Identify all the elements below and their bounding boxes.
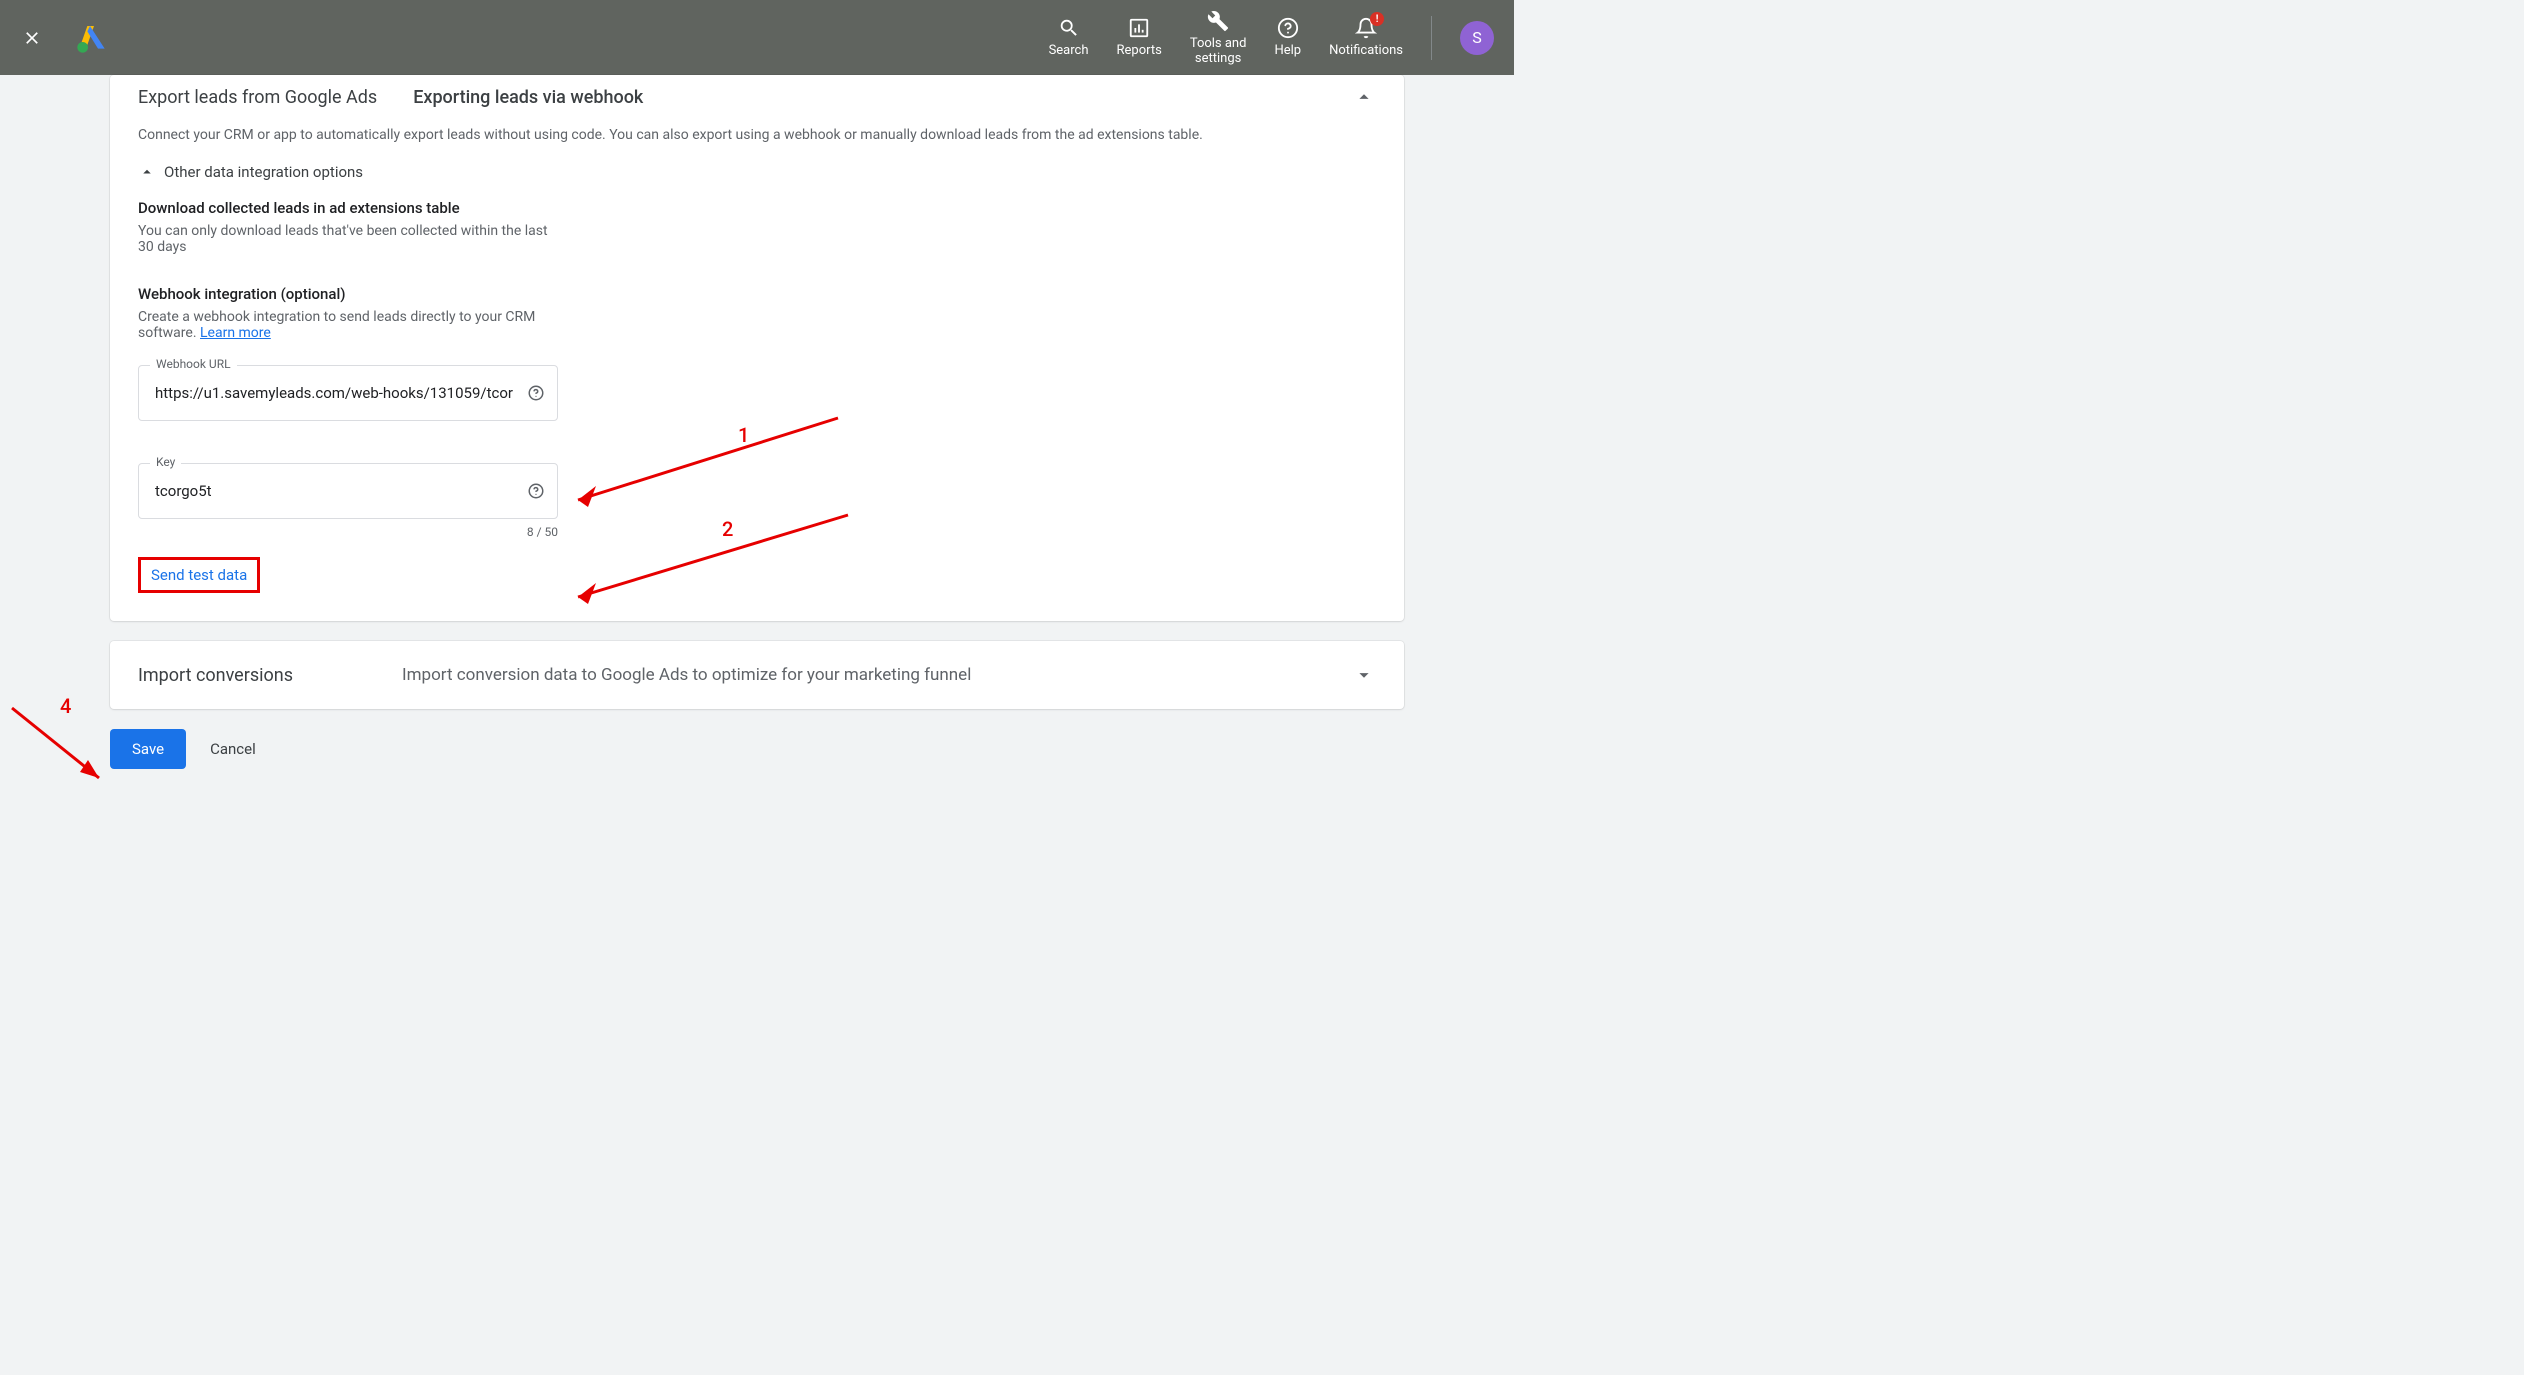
webhook-heading: Webhook integration (optional): [138, 285, 1376, 303]
nav-label: Search: [1049, 44, 1089, 58]
close-icon[interactable]: [20, 26, 44, 50]
nav-help[interactable]: Help: [1274, 16, 1301, 58]
field-label: Key: [150, 455, 181, 469]
export-leads-card: Export leads from Google Ads Exporting l…: [110, 75, 1404, 621]
annotation-label-4: 4: [60, 694, 71, 718]
annotation-arrow-4: [4, 700, 114, 790]
expand-card-button[interactable]: [1352, 663, 1376, 687]
reports-icon: [1127, 16, 1151, 40]
learn-more-link[interactable]: Learn more: [200, 325, 271, 341]
nav-reports[interactable]: Reports: [1117, 16, 1162, 58]
wrench-icon: [1206, 9, 1230, 33]
avatar-initial: S: [1472, 28, 1482, 47]
card-title: Export leads from Google Ads: [138, 87, 377, 108]
other-options-toggle[interactable]: Other data integration options: [138, 163, 1376, 181]
nav-label: Reports: [1117, 44, 1162, 58]
chevron-down-icon: [1353, 664, 1375, 686]
card-description: Connect your CRM or app to automatically…: [138, 127, 1376, 143]
download-heading: Download collected leads in ad extension…: [138, 199, 1376, 217]
help-icon[interactable]: [526, 383, 546, 403]
divider: [1431, 16, 1432, 60]
search-icon: [1057, 16, 1081, 40]
help-icon: [1276, 16, 1300, 40]
nav-tools[interactable]: Tools and settings: [1190, 9, 1247, 66]
chevron-up-icon: [1353, 86, 1375, 108]
card-subtitle: Exporting leads via webhook: [413, 87, 643, 108]
google-ads-logo-icon: [76, 22, 108, 54]
nav-search[interactable]: Search: [1049, 16, 1089, 58]
send-test-data-button[interactable]: Send test data: [138, 557, 260, 593]
save-button[interactable]: Save: [110, 729, 186, 769]
nav-label: Help: [1274, 44, 1301, 58]
webhook-url-input[interactable]: [138, 365, 558, 421]
download-body: You can only download leads that've been…: [138, 223, 548, 255]
webhook-url-field: Webhook URL: [138, 365, 558, 421]
avatar[interactable]: S: [1460, 21, 1494, 55]
webhook-key-field: Key: [138, 463, 558, 519]
bell-icon: !: [1354, 16, 1378, 40]
other-options-label: Other data integration options: [164, 163, 363, 181]
chevron-up-icon: [138, 163, 156, 181]
import-subtitle: Import conversion data to Google Ads to …: [402, 665, 1352, 685]
webhook-key-input[interactable]: [138, 463, 558, 519]
cancel-button[interactable]: Cancel: [210, 740, 256, 758]
nav-label: Notifications: [1329, 44, 1403, 58]
webhook-body: Create a webhook integration to send lea…: [138, 309, 548, 341]
import-title: Import conversions: [138, 665, 402, 686]
nav-notifications[interactable]: ! Notifications: [1329, 16, 1403, 58]
alert-badge: !: [1370, 12, 1384, 26]
help-icon[interactable]: [526, 481, 546, 501]
top-bar: Search Reports Tools and settings Help !: [0, 0, 1514, 75]
field-label: Webhook URL: [150, 357, 237, 371]
nav-label: Tools and settings: [1190, 37, 1247, 66]
import-conversions-card[interactable]: Import conversions Import conversion dat…: [110, 641, 1404, 709]
collapse-card-button[interactable]: [1352, 85, 1376, 109]
key-counter: 8 / 50: [138, 525, 558, 539]
